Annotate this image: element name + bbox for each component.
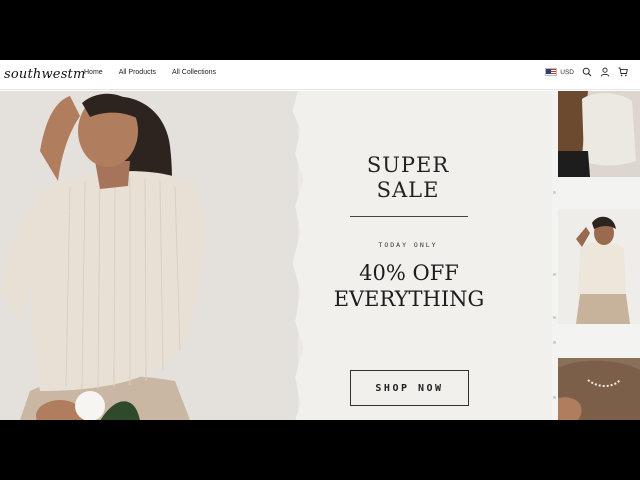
sale-heading-line2: SALE: [376, 178, 440, 202]
cart-icon[interactable]: [618, 67, 628, 77]
search-icon[interactable]: [582, 67, 592, 77]
currency-label: USD: [560, 68, 574, 76]
film-hole: [553, 191, 556, 194]
model-illustration: [0, 91, 298, 420]
currency-selector[interactable]: USD: [545, 68, 574, 76]
nav-all-products[interactable]: All Products: [119, 69, 156, 76]
offer-line2: EVERYTHING: [333, 287, 485, 311]
sale-tagline: TODAY ONLY: [378, 241, 438, 249]
hero-banner: SUPER SALE TODAY ONLY 40% OFF EVERYTHING…: [0, 91, 640, 420]
site-header: southwestm Home All Products All Collect…: [0, 60, 640, 90]
film-hole: [553, 396, 556, 399]
thumbnail-bag: [558, 91, 640, 177]
divider: [350, 216, 468, 217]
thumbnail-detail: [558, 358, 640, 420]
nav-all-collections[interactable]: All Collections: [172, 69, 216, 76]
shop-now-button[interactable]: SHOP NOW: [350, 370, 469, 406]
hero-model-photo: [0, 91, 298, 420]
account-icon[interactable]: [600, 67, 610, 77]
header-tools: USD: [545, 67, 628, 77]
brand-logo[interactable]: southwestm: [4, 67, 86, 82]
thumbnail-model-pose: [558, 209, 640, 324]
film-hole: [553, 341, 556, 344]
offer-text: 40% OFF EVERYTHING: [300, 260, 518, 312]
main-nav: Home All Products All Collections: [84, 69, 216, 76]
film-hole: [553, 316, 556, 319]
page-frame: southwestm Home All Products All Collect…: [0, 60, 640, 420]
film-hole: [553, 273, 556, 276]
us-flag-icon: [545, 68, 558, 76]
offer-line1: 40% OFF: [359, 261, 459, 285]
nav-home[interactable]: Home: [84, 69, 103, 76]
sale-heading: SUPER SALE: [308, 153, 508, 203]
sale-heading-line1: SUPER: [366, 153, 450, 177]
